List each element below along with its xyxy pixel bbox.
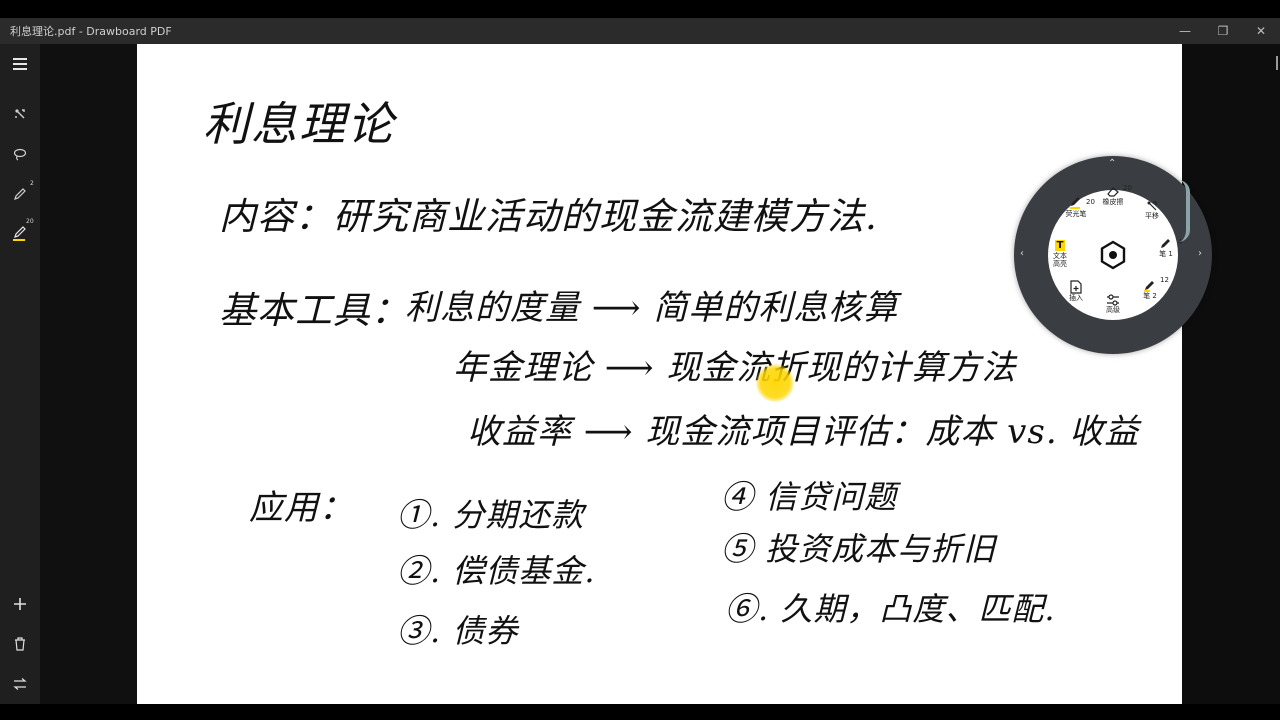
pen-tool-button[interactable]: 2 [0, 178, 40, 210]
pen-size-badge: 2 [30, 180, 34, 187]
radial-advanced-button[interactable]: 高级 [1093, 294, 1133, 314]
app-area: 2 20 利息理论 内容：研究商业活动的现金流建模方法. 基本工具： 利息的度量… [0, 44, 1280, 704]
plus-icon [14, 598, 26, 610]
window-controls: — ❐ ✕ [1166, 18, 1280, 44]
highlighter-icon [1070, 197, 1080, 209]
radial-scroll-arc[interactable] [1178, 180, 1190, 242]
chevron-left-icon[interactable]: ‹ [1020, 248, 1024, 259]
tools-label: 基本工具： [219, 289, 409, 332]
right-margin [1182, 44, 1280, 704]
delete-button[interactable] [0, 628, 40, 660]
eraser-icon [1107, 187, 1119, 197]
pan-icon [1147, 201, 1157, 211]
app-item-2: ②. 偿债基金. [397, 552, 596, 590]
title-bar: 利息理论.pdf - Drawboard PDF — ❐ ✕ [0, 18, 1280, 44]
pdf-page[interactable]: 利息理论 内容：研究商业活动的现金流建模方法. 基本工具： 利息的度量 ⟶ 简单… [137, 44, 1182, 704]
chevron-right-icon[interactable]: › [1198, 248, 1202, 259]
trash-icon [15, 637, 25, 651]
menu-button[interactable] [0, 48, 40, 80]
pan-icon [15, 109, 25, 119]
highlighter-size-badge: 20 [26, 218, 34, 225]
close-button[interactable]: ✕ [1242, 18, 1280, 44]
radial-advanced-label: 高级 [1106, 306, 1120, 314]
app-item-4: ④ 信贷问题 [721, 478, 898, 516]
radial-text-highlight-button[interactable]: T 文本高亮 [1040, 240, 1080, 268]
tool-line-3: 收益率 ⟶ 现金流项目评估：成本 vs. 收益 [467, 412, 1140, 452]
lasso-tool-button[interactable] [0, 138, 40, 170]
app-item-1: ①. 分期还款 [397, 496, 585, 534]
content-line: 内容：研究商业活动的现金流建模方法. [219, 195, 878, 238]
app-item-3: ③. 债券 [397, 612, 519, 650]
highlighter-tool-button[interactable]: 20 [0, 218, 40, 250]
restore-button[interactable]: ❐ [1204, 18, 1242, 44]
radial-pen1-label: 笔 1 [1159, 250, 1173, 258]
pen-icon [1161, 239, 1170, 248]
radial-eraser-num: 20 [1123, 184, 1132, 192]
doc-title: 利息理论 [203, 97, 395, 151]
settings-hexagon-icon[interactable] [1098, 240, 1128, 270]
insert-icon [1070, 280, 1082, 294]
pan-tool-button[interactable] [0, 98, 40, 130]
pen-icon [1144, 281, 1154, 292]
radial-text-label: 文本高亮 [1053, 252, 1067, 268]
window-title: 利息理论.pdf - Drawboard PDF [10, 25, 172, 38]
radial-pan-label: 平移 [1145, 212, 1159, 220]
radial-pan-button[interactable]: 平移 [1132, 200, 1172, 220]
tool-line-2: 年金理论 ⟶ 现金流折现的计算方法 [453, 348, 1017, 388]
app-item-5: ⑤ 投资成本与折旧 [721, 530, 997, 568]
radial-pen2-label: 笔 2 [1143, 292, 1157, 300]
swap-icon [13, 678, 27, 690]
chevron-up-icon[interactable]: ⌃ [1108, 158, 1116, 169]
letterbox-bottom [0, 704, 1280, 720]
add-button[interactable] [0, 588, 40, 620]
radial-insert-button[interactable]: 插入 [1056, 280, 1096, 302]
pen-icon [14, 188, 26, 200]
laser-pointer [756, 364, 794, 402]
swap-button[interactable] [0, 668, 40, 700]
tool-line-1: 利息的度量 ⟶ 简单的利息核算 [405, 288, 899, 328]
highlighter-icon [13, 226, 26, 241]
radial-insert-label: 插入 [1069, 294, 1083, 302]
left-toolbar: 2 20 [0, 44, 40, 704]
sliders-icon [1107, 294, 1119, 306]
minimize-button[interactable]: — [1166, 18, 1204, 44]
scrollbar-thumb[interactable] [1276, 56, 1278, 70]
letterbox-top [0, 0, 1280, 18]
radial-pen2-num: 12 [1160, 276, 1169, 284]
radial-eraser-label: 橡皮擦 [1102, 198, 1124, 206]
text-highlight-icon: T [1054, 240, 1066, 251]
apps-label: 应用： [249, 488, 354, 528]
app-item-6: ⑥. 久期，凸度、匹配. [725, 590, 1056, 628]
hamburger-icon [13, 58, 27, 70]
lasso-icon [13, 148, 27, 161]
radial-highlighter-label: 荧光笔 [1065, 210, 1087, 218]
